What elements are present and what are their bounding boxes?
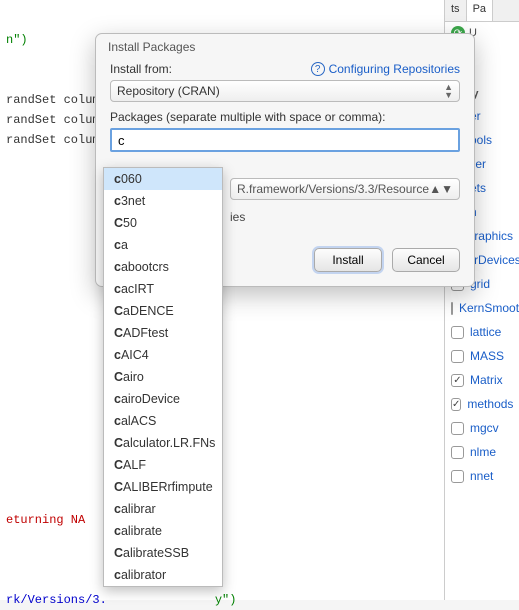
autocomplete-item[interactable]: CADFtest: [104, 322, 222, 344]
autocomplete-popup: c060c3netC50cacabootcrscacIRTCaDENCECADF…: [103, 167, 223, 587]
install-from-select[interactable]: Repository (CRAN) ▲▼: [110, 80, 460, 102]
package-checkbox[interactable]: [451, 374, 464, 387]
autocomplete-item[interactable]: CALIBERrfimpute: [104, 476, 222, 498]
autocomplete-item[interactable]: CaDENCE: [104, 300, 222, 322]
package-checkbox[interactable]: [451, 446, 464, 459]
warning-text: eturning NA: [6, 513, 85, 527]
package-checkbox[interactable]: [451, 470, 464, 483]
autocomplete-item[interactable]: calACS: [104, 410, 222, 432]
code-text: randSet colum: [6, 133, 100, 147]
autocomplete-item[interactable]: CALF: [104, 454, 222, 476]
autocomplete-item[interactable]: callr: [104, 586, 222, 587]
autocomplete-item[interactable]: Cairo: [104, 366, 222, 388]
package-name[interactable]: grDevices: [467, 253, 519, 267]
code-text: n"): [6, 33, 28, 47]
package-row[interactable]: lattice: [445, 320, 519, 344]
chevron-updown-icon: ▲▼: [444, 83, 453, 99]
package-row[interactable]: MASS: [445, 344, 519, 368]
package-row[interactable]: nlme: [445, 440, 519, 464]
dialog-title: Install Packages: [96, 34, 474, 56]
packages-label: Packages (separate multiple with space o…: [110, 110, 460, 124]
autocomplete-item[interactable]: ca: [104, 234, 222, 256]
select-value: Repository (CRAN): [117, 84, 220, 98]
package-name[interactable]: MASS: [470, 349, 504, 363]
package-name[interactable]: nlme: [470, 445, 496, 459]
package-row[interactable]: mgcv: [445, 416, 519, 440]
autocomplete-item[interactable]: C50: [104, 212, 222, 234]
chevron-updown-icon: ▲▼: [429, 182, 453, 196]
package-row[interactable]: nnet: [445, 464, 519, 488]
autocomplete-item[interactable]: CalibrateSSB: [104, 542, 222, 564]
package-row[interactable]: Matrix: [445, 368, 519, 392]
package-checkbox[interactable]: [451, 326, 464, 339]
autocomplete-item[interactable]: Calculator.LR.FNs: [104, 432, 222, 454]
autocomplete-item[interactable]: cAIC4: [104, 344, 222, 366]
autocomplete-item[interactable]: cabootcrs: [104, 256, 222, 278]
autocomplete-item[interactable]: c060: [104, 168, 222, 190]
package-name[interactable]: lattice: [470, 325, 501, 339]
tab-plots[interactable]: ts: [445, 0, 467, 21]
deps-fragment: ies: [230, 210, 245, 224]
package-name[interactable]: methods: [467, 397, 513, 411]
cancel-button[interactable]: Cancel: [392, 248, 460, 272]
package-row[interactable]: KernSmooth: [445, 296, 519, 320]
package-name[interactable]: Matrix: [470, 373, 503, 387]
link-text: Configuring Repositories: [329, 62, 460, 76]
autocomplete-item[interactable]: c3net: [104, 190, 222, 212]
install-from-label: Install from:: [110, 62, 172, 76]
package-name[interactable]: nnet: [470, 469, 493, 483]
package-checkbox[interactable]: [451, 422, 464, 435]
configuring-repositories-link[interactable]: ? Configuring Repositories: [311, 62, 460, 76]
autocomplete-item[interactable]: cairoDevice: [104, 388, 222, 410]
autocomplete-item[interactable]: calibrar: [104, 498, 222, 520]
code-text: y"): [215, 593, 237, 607]
install-to-select[interactable]: R.framework/Versions/3.3/Resources/lib ▲…: [230, 178, 460, 200]
package-name[interactable]: mgcv: [470, 421, 499, 435]
tab-packages[interactable]: Pa: [467, 0, 493, 21]
autocomplete-item[interactable]: calibrator: [104, 564, 222, 586]
autocomplete-item[interactable]: calibrate: [104, 520, 222, 542]
install-button[interactable]: Install: [314, 248, 382, 272]
package-row[interactable]: methods: [445, 392, 519, 416]
code-path: rk/Versions/3.: [6, 593, 107, 607]
install-to-path: R.framework/Versions/3.3/Resources/lib: [237, 182, 429, 196]
autocomplete-item[interactable]: cacIRT: [104, 278, 222, 300]
help-icon: ?: [311, 62, 325, 76]
panel-tabs: ts Pa: [445, 0, 519, 22]
package-checkbox[interactable]: [451, 398, 461, 411]
package-checkbox[interactable]: [451, 350, 464, 363]
package-name[interactable]: KernSmooth: [459, 301, 519, 315]
packages-input[interactable]: [110, 128, 460, 152]
code-text: randSet colum: [6, 93, 100, 107]
package-checkbox[interactable]: [451, 302, 453, 315]
code-text: randSet colum: [6, 113, 100, 127]
